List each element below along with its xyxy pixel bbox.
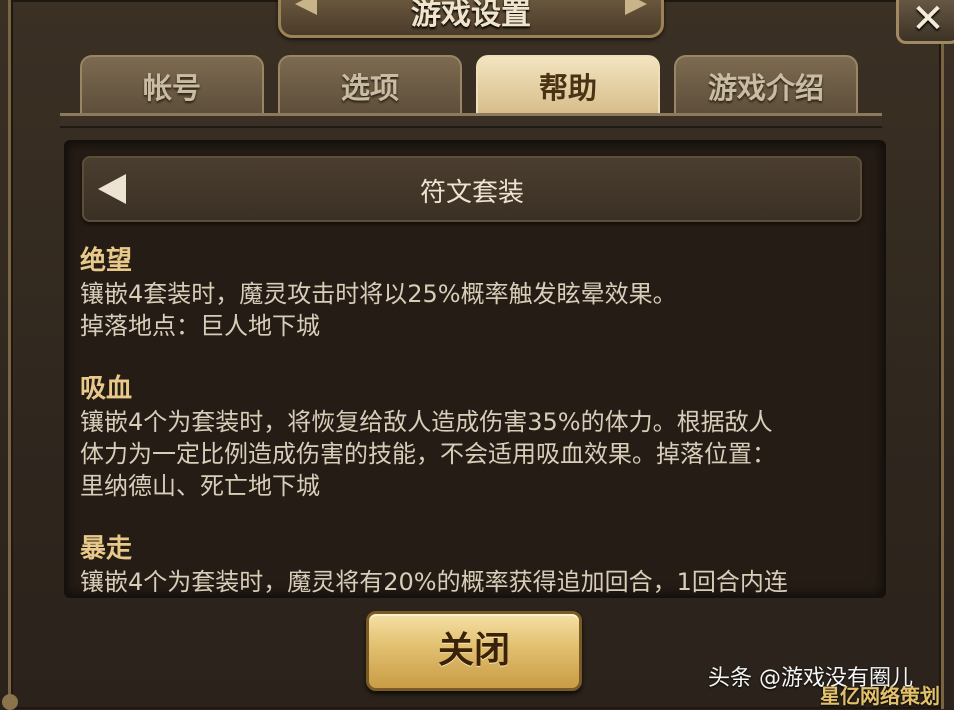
help-panel[interactable]: 符文套装 绝望 镶嵌4套装时，魔灵攻击时将以25%概率触发眩晕效果。 掉落地点：…	[64, 140, 886, 598]
rune-set-line: 镶嵌4个为套装时，魔灵将有20%的概率获得追加回合，1回合内连	[80, 568, 788, 596]
rune-set-vampire: 吸血 镶嵌4个为套装时，将恢复给敌人造成伤害35%的体力。根据敌人 体力为一定比…	[80, 372, 870, 502]
title-right-ornament-icon	[625, 0, 647, 15]
tab-bar: 帐号 选项 帮助 游戏介绍	[80, 55, 860, 115]
window-title: 游戏设置	[411, 0, 531, 32]
corner-ornament-icon	[2, 694, 18, 710]
close-button[interactable]: 关闭	[366, 611, 582, 691]
tab-underline	[60, 113, 882, 128]
tab-options[interactable]: 选项	[278, 55, 462, 113]
rune-set-line: 里纳德山、死亡地下城	[80, 472, 320, 500]
title-plate: 游戏设置	[278, 0, 664, 38]
rune-set-title: 绝望	[80, 246, 133, 276]
tab-account[interactable]: 帐号	[80, 55, 264, 113]
rune-set-line: 掉落地点：巨人地下城	[80, 312, 320, 340]
rune-set-line: 镶嵌4套装时，魔灵攻击时将以25%概率触发眩晕效果。	[80, 280, 677, 308]
tab-game-intro[interactable]: 游戏介绍	[674, 55, 858, 113]
panel-header-title: 符文套装	[419, 178, 524, 208]
rune-set-title: 暴走	[80, 534, 133, 564]
rune-set-list: 绝望 镶嵌4套装时，魔灵攻击时将以25%概率触发眩晕效果。 掉落地点：巨人地下城…	[80, 244, 870, 596]
settings-window: 游戏设置 ✕ 帐号 选项 帮助 游戏介绍 符文套装 绝望 镶嵌4套装时，魔灵攻击…	[0, 0, 954, 710]
rune-set-title: 吸血	[80, 374, 133, 404]
close-icon[interactable]: ✕	[896, 0, 954, 44]
rune-set-line: 体力为一定比例造成伤害的技能，不会适用吸血效果。掉落位置：	[80, 440, 776, 468]
watermark-corner-text: 星亿网络策划	[820, 684, 940, 708]
panel-header: 符文套装	[82, 156, 862, 222]
tab-help[interactable]: 帮助	[476, 55, 660, 113]
rune-set-violent: 暴走 镶嵌4个为套装时，魔灵将有20%的概率获得追加回合，1回合内连	[80, 532, 870, 596]
rune-set-line: 镶嵌4个为套装时，将恢复给敌人造成伤害35%的体力。根据敌人	[80, 408, 773, 436]
rune-set-despair: 绝望 镶嵌4套装时，魔灵攻击时将以25%概率触发眩晕效果。 掉落地点：巨人地下城	[80, 244, 870, 342]
